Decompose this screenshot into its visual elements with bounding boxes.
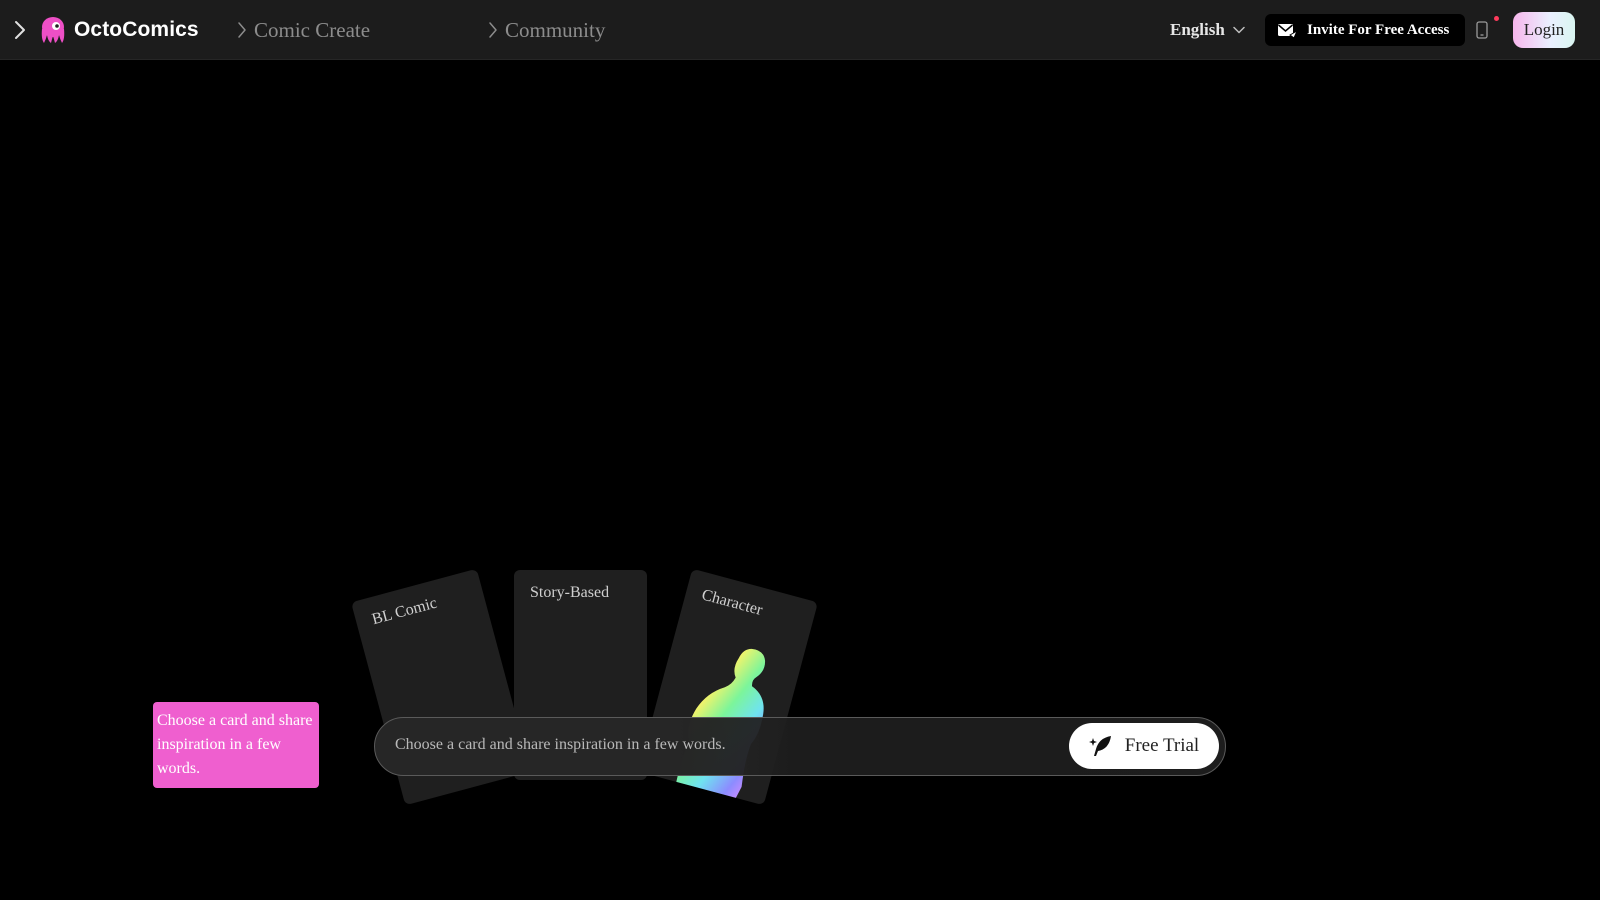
notification-dot: [1494, 16, 1499, 21]
card-label: BL Comic: [370, 594, 439, 629]
card-label: Character: [699, 586, 765, 619]
chevron-right-icon: [489, 22, 497, 38]
nav-comic-create[interactable]: Comic Create: [236, 16, 370, 44]
quill-pen-icon: [1088, 736, 1111, 756]
hint-tooltip: Choose a card and share inspiration in a…: [153, 702, 319, 788]
brand-logo[interactable]: OctoComics: [38, 14, 199, 46]
hint-tooltip-text: Choose a card and share inspiration in a…: [157, 712, 313, 777]
nav-comic-create-label: Comic Create: [254, 17, 371, 42]
language-selector[interactable]: English: [1170, 18, 1245, 42]
login-button-label: Login: [1523, 20, 1565, 39]
inspiration-input[interactable]: Choose a card and share inspiration in a…: [395, 736, 726, 754]
chevron-right-icon: [238, 22, 246, 38]
chevron-down-icon: [1233, 26, 1245, 34]
octopus-logo-icon: [41, 17, 65, 43]
brand-name: OctoComics: [74, 18, 199, 41]
mobile-device-icon[interactable]: [1476, 21, 1488, 39]
login-button[interactable]: Login: [1513, 12, 1575, 48]
invite-button-label: Invite For Free Access: [1307, 21, 1450, 38]
nav-community-label: Community: [505, 17, 606, 42]
inspiration-prompt-bar: Choose a card and share inspiration in a…: [374, 717, 1226, 776]
nav-community[interactable]: Community: [487, 16, 605, 44]
top-navigation-bar: OctoComics Comic Create Community Englis…: [0, 0, 1600, 60]
free-trial-button[interactable]: Free Trial: [1069, 723, 1219, 769]
language-label: English: [1170, 20, 1225, 39]
free-trial-label: Free Trial: [1124, 735, 1200, 756]
chevron-right-icon[interactable]: [12, 18, 28, 42]
mail-send-icon: [1278, 24, 1299, 39]
invite-button[interactable]: Invite For Free Access: [1265, 14, 1465, 46]
card-label: Story-Based: [530, 584, 610, 601]
